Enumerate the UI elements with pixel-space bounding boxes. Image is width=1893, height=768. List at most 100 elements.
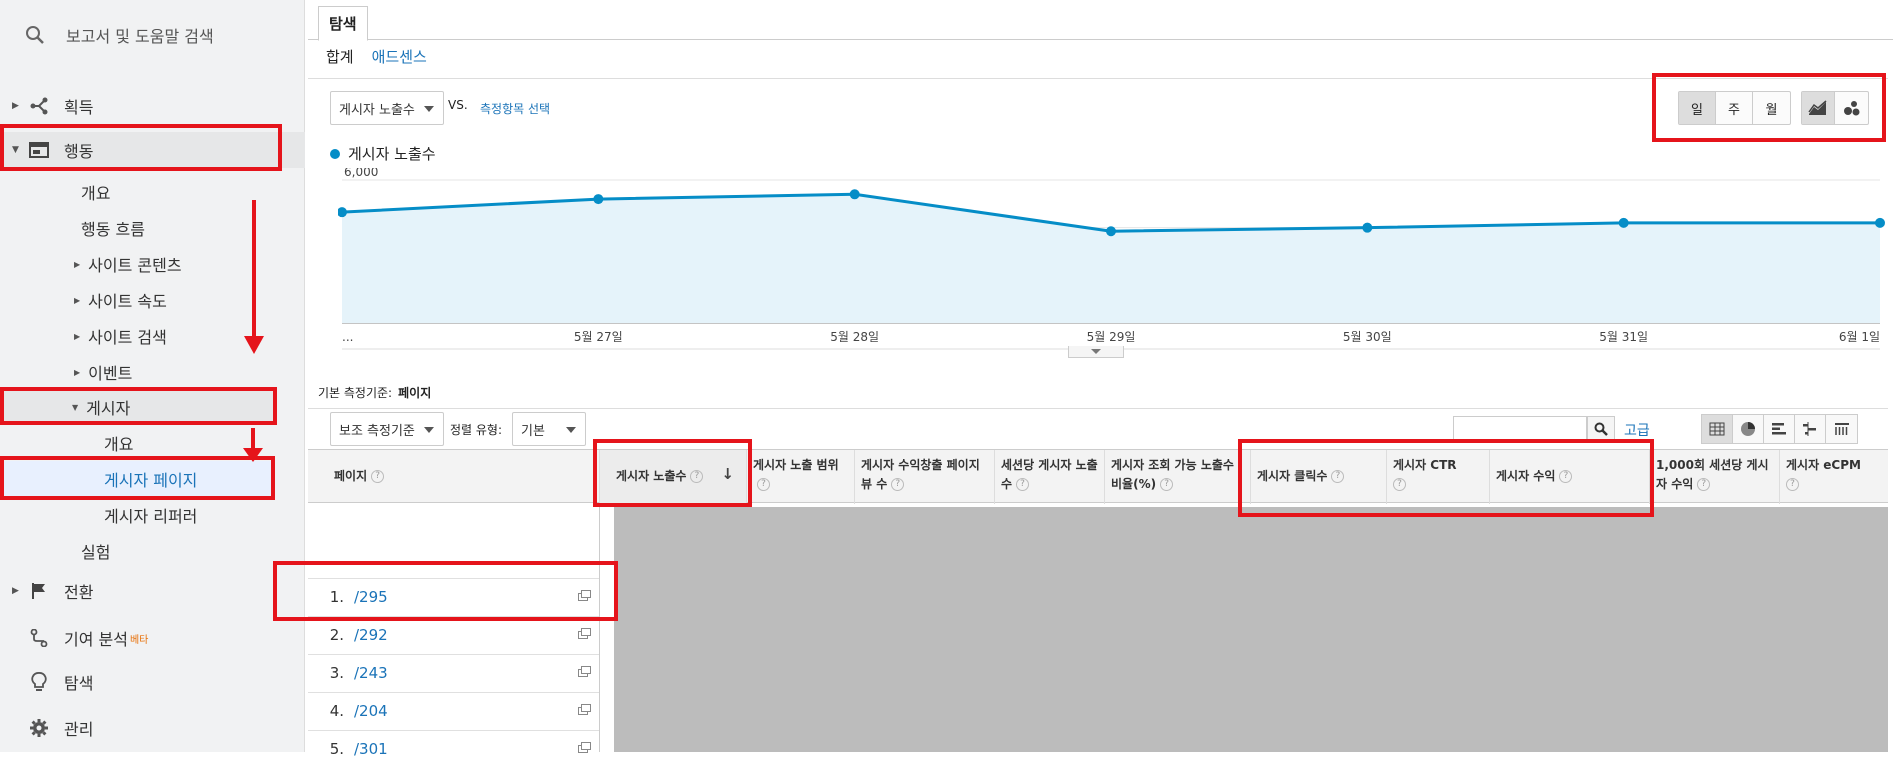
sidebar-item-experiments[interactable]: 실험 <box>81 533 110 569</box>
report-search[interactable]: 보고서 및 도움말 검색 <box>0 0 305 70</box>
annotation-arrow <box>252 200 256 340</box>
sidebar-item-attribution[interactable]: 기여 분석 베타 <box>0 620 305 656</box>
period-group: 일 주 월 <box>1678 91 1791 125</box>
secondary-dimension-dropdown[interactable]: 보조 측정기준 <box>330 412 444 446</box>
comparison-icon[interactable] <box>1795 415 1826 443</box>
column-header-impressions[interactable]: 게시자 노출수? ↓ <box>599 450 746 504</box>
sort-dropdown[interactable]: 기본 <box>512 412 586 446</box>
page-link[interactable]: /204 <box>354 702 388 720</box>
external-link-icon[interactable] <box>578 742 591 753</box>
bar-chart-icon[interactable] <box>1764 415 1795 443</box>
help-icon[interactable]: ? <box>371 470 385 483</box>
sidebar-item-acquisition[interactable]: ▶ 획득 <box>0 88 305 124</box>
pie-chart-icon[interactable] <box>1733 415 1764 443</box>
main-panel: 탐색 합계 애드센스 게시자 노출수 VS. 측정항목 선택 일 주 월 게시자… <box>308 0 1893 758</box>
sidebar-item-publisher-referrers[interactable]: 게시자 리퍼러 <box>104 497 197 533</box>
y-tick-label: 6,000 <box>344 168 378 179</box>
external-link-icon[interactable] <box>578 704 591 715</box>
column-header-ecpm[interactable]: 게시자 eCPM? <box>1779 450 1888 504</box>
row-number: 5. <box>329 740 344 758</box>
sidebar-item-behavior[interactable]: ▼ 행동 <box>0 132 305 168</box>
help-icon[interactable]: ? <box>1393 478 1406 491</box>
select-metric-link[interactable]: 측정항목 선택 <box>480 100 550 117</box>
page-link[interactable]: /301 <box>354 740 388 758</box>
table-search-input[interactable] <box>1453 416 1587 442</box>
line-chart: 6,0004,0002,000...5월 27일5월 28일5월 29일5월 3… <box>338 168 1885 350</box>
area-fill <box>342 194 1880 323</box>
line-chart-icon[interactable] <box>1802 92 1835 124</box>
column-header-revenue[interactable]: 게시자 수익? <box>1489 450 1649 504</box>
page-link[interactable]: /243 <box>354 664 388 682</box>
sidebar-item-site-content[interactable]: ▶ 사이트 콘텐츠 <box>74 246 182 282</box>
sidebar-item-label: 개요 <box>104 435 134 454</box>
external-link-icon[interactable] <box>578 666 591 677</box>
data-point[interactable] <box>849 189 860 200</box>
column-header-revenue-per-1000-sessions[interactable]: 1,000회 세션당 게시자 수익? <box>1649 450 1779 504</box>
column-header-impressions-per-session[interactable]: 세션당 게시자 노출수? <box>994 450 1104 504</box>
help-icon[interactable]: ? <box>1786 478 1799 491</box>
caret-right-icon: ▶ <box>74 295 81 305</box>
column-header-clicks[interactable]: 게시자 클릭수? <box>1250 450 1386 504</box>
sidebar-item-publisher-overview[interactable]: 개요 <box>104 425 133 461</box>
sidebar-item-site-search[interactable]: ▶ 사이트 검색 <box>74 318 167 354</box>
pivot-icon[interactable] <box>1826 415 1857 443</box>
sidebar-item-label: 사이트 속도 <box>88 292 167 311</box>
data-point[interactable] <box>593 194 604 205</box>
sidebar-item-conversions[interactable]: ▶ 전환 <box>0 573 305 609</box>
external-link-icon[interactable] <box>578 590 591 601</box>
metric-dropdown[interactable]: 게시자 노출수 <box>330 91 444 125</box>
motion-chart-icon[interactable] <box>1835 92 1868 124</box>
help-icon[interactable]: ? <box>1160 478 1174 491</box>
data-point[interactable] <box>1875 217 1885 228</box>
sidebar-item-discover[interactable]: 탐색 <box>0 664 305 700</box>
sidebar-item-label: 전환 <box>64 583 94 602</box>
column-header-monetized-pageviews[interactable]: 게시자 수익창출 페이지뷰 수? <box>854 450 994 504</box>
external-link-icon[interactable] <box>578 628 591 639</box>
help-icon[interactable]: ? <box>757 478 770 491</box>
sidebar: 보고서 및 도움말 검색 ▶ 획득 ▼ 행동 개요 행동 흐름 ▶ 사이트 콘텐츠… <box>0 0 305 752</box>
attribution-icon <box>28 627 50 649</box>
data-point[interactable] <box>1106 226 1116 237</box>
series-name: 게시자 노출수 <box>348 145 436 163</box>
subtab-adsense[interactable]: 애드센스 <box>372 46 427 67</box>
table-search-button[interactable] <box>1587 416 1615 442</box>
caret-right-icon: ▶ <box>12 101 19 111</box>
help-icon[interactable]: ? <box>891 478 905 491</box>
sidebar-item-overview[interactable]: 개요 <box>81 174 110 210</box>
period-day-button[interactable]: 일 <box>1679 92 1716 124</box>
help-icon[interactable]: ? <box>1331 470 1345 483</box>
sidebar-item-label: 게시자 페이지 <box>104 471 198 490</box>
sidebar-item-publisher-pages[interactable]: 게시자 페이지 <box>104 461 197 497</box>
advanced-link[interactable]: 고급 <box>1624 420 1650 440</box>
period-month-button[interactable]: 월 <box>1753 92 1790 124</box>
sidebar-item-events[interactable]: ▶ 이벤트 <box>74 354 132 390</box>
tab-explore[interactable]: 탐색 <box>318 6 368 41</box>
help-icon[interactable]: ? <box>1016 478 1030 491</box>
sidebar-item-label: 관리 <box>64 720 94 739</box>
data-point[interactable] <box>1362 222 1373 233</box>
x-tick-label: ... <box>342 330 353 344</box>
sidebar-item-label: 사이트 검색 <box>88 328 167 347</box>
period-week-button[interactable]: 주 <box>1716 92 1753 124</box>
column-header-coverage[interactable]: 게시자 노출 범위? <box>746 450 854 504</box>
sidebar-item-publisher[interactable]: ▼ 게시자 <box>72 389 130 425</box>
data-table-icon[interactable] <box>1702 415 1733 443</box>
subtab-summary[interactable]: 합계 <box>326 46 354 67</box>
sidebar-item-label: 사이트 콘텐츠 <box>88 256 182 275</box>
help-icon[interactable]: ? <box>1697 478 1711 491</box>
data-point[interactable] <box>1618 217 1629 228</box>
sidebar-item-behavior-flow[interactable]: 행동 흐름 <box>81 210 145 246</box>
column-header-viewable-rate[interactable]: 게시자 조회 가능 노출수 비율(%)? <box>1104 450 1250 504</box>
chart-resize-handle[interactable] <box>1068 346 1124 358</box>
gear-icon <box>28 717 50 739</box>
help-icon[interactable]: ? <box>1559 470 1573 483</box>
caret-right-icon: ▶ <box>12 586 19 596</box>
column-header-ctr[interactable]: 게시자 CTR? <box>1386 450 1489 504</box>
help-icon[interactable]: ? <box>690 470 704 483</box>
sidebar-item-site-speed[interactable]: ▶ 사이트 속도 <box>74 282 167 318</box>
sidebar-item-admin[interactable]: 관리 <box>0 710 305 746</box>
page-link[interactable]: /292 <box>354 626 388 644</box>
column-header-page[interactable]: 페이지? <box>308 450 599 504</box>
column-divider <box>599 503 600 752</box>
page-link[interactable]: /295 <box>354 588 388 606</box>
